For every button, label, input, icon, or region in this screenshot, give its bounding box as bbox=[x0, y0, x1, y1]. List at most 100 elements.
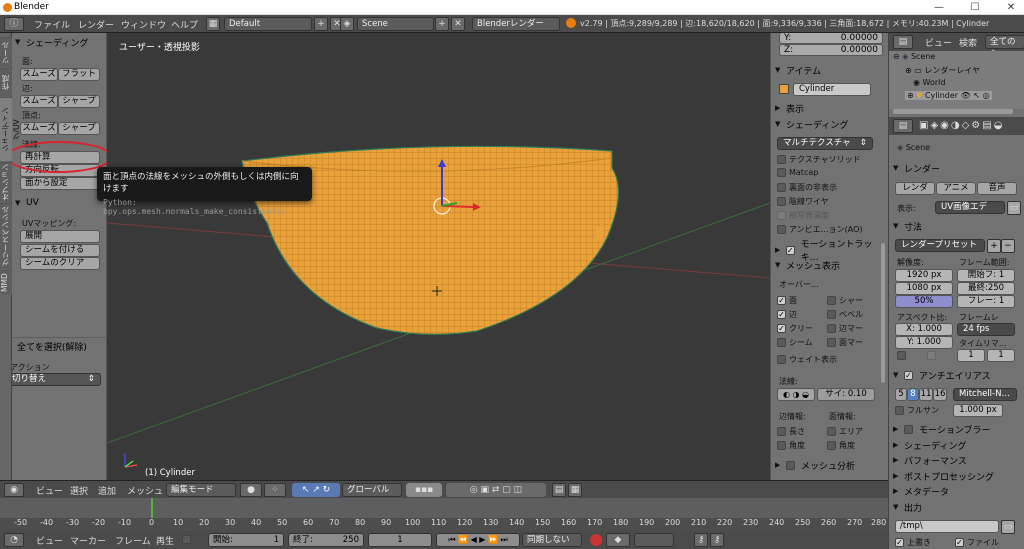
keying-set-icon[interactable]: ◆ bbox=[606, 533, 630, 547]
pivot-select[interactable]: ⁘ bbox=[264, 483, 286, 497]
aa-11[interactable]: 11 bbox=[919, 388, 933, 401]
motion-blur-header[interactable]: ▶ モーションブラー bbox=[893, 422, 991, 436]
filter-size-field[interactable]: 1.000 px bbox=[953, 404, 1003, 417]
object-name-field[interactable]: Cylinder bbox=[793, 83, 871, 96]
layout-icon[interactable]: ▦ bbox=[206, 17, 220, 31]
viewport-view-menu[interactable]: ビュー bbox=[36, 484, 63, 497]
edge-length-option[interactable]: 長さ bbox=[777, 426, 805, 437]
timeline-track[interactable] bbox=[0, 498, 888, 518]
frame-start-field[interactable]: 開始フ: 1 bbox=[957, 269, 1015, 282]
metadata-header[interactable]: ▶ メタデータ bbox=[893, 484, 949, 498]
face-area-option[interactable]: エリア bbox=[827, 426, 863, 437]
aa-5[interactable]: 5 bbox=[895, 388, 907, 401]
motion-tracking-header[interactable]: ▶ ✓ モーショントラッキ… bbox=[775, 240, 888, 263]
end-frame-field[interactable]: 終了: 250 bbox=[288, 533, 364, 547]
scene-icon[interactable]: ◈ bbox=[340, 17, 354, 31]
viewport-scene[interactable] bbox=[107, 33, 770, 480]
audio-button[interactable]: 音声 bbox=[977, 182, 1017, 195]
outliner-view-menu[interactable]: ビュー bbox=[925, 36, 952, 49]
shading-section-header[interactable]: ▶ シェーディング bbox=[893, 438, 966, 452]
aa-filter-select[interactable]: Mitchell-N… bbox=[953, 388, 1017, 401]
outliner-editor-icon[interactable]: ▤ bbox=[893, 35, 913, 49]
record-icon[interactable] bbox=[590, 534, 602, 546]
tab-options[interactable]: オプション bbox=[0, 162, 12, 202]
layout-field[interactable]: Default bbox=[224, 17, 312, 31]
viewport-editor-icon[interactable]: ◉ bbox=[4, 483, 24, 497]
timeline-editor-icon[interactable]: ◔ bbox=[4, 533, 24, 547]
overlay-crease[interactable]: ✓ クリー bbox=[777, 323, 813, 334]
layer-buttons[interactable]: ▪▪▪ bbox=[406, 483, 442, 497]
textured-solid-option[interactable]: テクスチャソリッド bbox=[777, 154, 861, 165]
start-frame-field[interactable]: 開始: 1 bbox=[208, 533, 284, 547]
tab-create[interactable]: 作成 bbox=[0, 68, 12, 96]
tab-grease-pencil[interactable]: グリースペンシル bbox=[0, 203, 12, 269]
menu-help[interactable]: ヘルプ bbox=[171, 18, 198, 31]
tab-shading-uv[interactable]: シェーディング/UV bbox=[0, 97, 21, 161]
minimize-button[interactable]: — bbox=[930, 1, 948, 14]
preset-remove-button[interactable]: − bbox=[1001, 239, 1015, 253]
scene-field[interactable]: Scene bbox=[357, 17, 434, 31]
render-preview-icon[interactable]: ▤ bbox=[552, 483, 566, 497]
overlay-seams[interactable]: シーム bbox=[777, 337, 813, 348]
ambient-occlusion-option[interactable]: アンビエ…ョン(AO) bbox=[777, 224, 863, 235]
aspect-x-field[interactable]: X: 1.000 bbox=[895, 323, 953, 336]
output-folder-icon[interactable]: ▭ bbox=[1001, 520, 1015, 534]
shading-mode-select[interactable]: マルチテクスチャ ⇕ bbox=[777, 137, 873, 150]
performance-header[interactable]: ▶ パフォーマンス bbox=[893, 453, 967, 467]
item-panel-header[interactable]: ▼ アイテム bbox=[775, 63, 821, 77]
weight-display-option[interactable]: ウェイト表示 bbox=[777, 354, 837, 365]
viewport-mesh-menu[interactable]: メッシュ bbox=[127, 484, 163, 497]
scene-remove-button[interactable]: ✕ bbox=[451, 17, 465, 31]
render-panel-header[interactable]: ▼ レンダー bbox=[893, 161, 940, 175]
keying-set-field[interactable] bbox=[634, 533, 674, 547]
orientation-select[interactable]: グローバル bbox=[342, 483, 402, 497]
timeline-view-menu[interactable]: ビュー bbox=[36, 534, 63, 547]
mark-seam-button[interactable]: シームを付ける bbox=[20, 244, 100, 257]
frame-rate-select[interactable]: 24 fps bbox=[957, 323, 1015, 336]
resolution-x-field[interactable]: 1920 px bbox=[895, 269, 953, 282]
timeline-marker-menu[interactable]: マーカー bbox=[70, 534, 106, 547]
time-remap-new[interactable]: 1 bbox=[987, 349, 1015, 362]
face-smooth-button[interactable]: スムーズ bbox=[20, 68, 58, 81]
file-extension-option[interactable]: ✓ ファイル bbox=[955, 537, 999, 548]
select-mode-buttons[interactable]: ◎ ▣ ⇄ ▢ ◫ bbox=[446, 483, 546, 497]
outliner-render-layers[interactable]: ⊕ ▭ レンダーレイヤ bbox=[905, 65, 980, 76]
aspect-y-field[interactable]: Y: 1.000 bbox=[895, 336, 953, 349]
menu-window[interactable]: ウィンドウ bbox=[121, 18, 166, 31]
shading-panel-header-n[interactable]: ▼ シェーディング bbox=[775, 117, 848, 131]
resolution-y-field[interactable]: 1080 px bbox=[895, 282, 953, 295]
render-engine-select[interactable]: Blenderレンダー bbox=[472, 17, 560, 31]
opengl-render-icon[interactable]: ▦ bbox=[568, 483, 582, 497]
output-header[interactable]: ▼ 出力 bbox=[893, 500, 922, 514]
editor-type-icon[interactable]: ⓘ bbox=[4, 17, 24, 31]
depth-of-field-option[interactable]: 被写界深度 bbox=[777, 210, 829, 221]
anti-aliasing-header[interactable]: ▼ ✓ アンチエイリアス bbox=[893, 368, 991, 382]
playback-controls[interactable]: ⏮ ⏪ ◀ ▶ ⏩ ⏭ bbox=[436, 533, 520, 547]
timeline-playback-menu[interactable]: 再生 bbox=[156, 534, 174, 547]
backface-culling-option[interactable]: 裏面の非表示 bbox=[777, 182, 837, 193]
maximize-button[interactable]: ☐ bbox=[966, 1, 984, 14]
overlay-sharp[interactable]: シャー bbox=[827, 295, 863, 306]
scene-add-button[interactable]: + bbox=[435, 17, 449, 31]
outliner-display-mode[interactable]: 全てのシ bbox=[985, 35, 1024, 59]
face-flat-button[interactable]: フラット bbox=[58, 68, 100, 81]
border-checkbox[interactable] bbox=[897, 351, 906, 360]
vertex-smooth-button[interactable]: スムーズ bbox=[20, 122, 58, 135]
frame-end-field[interactable]: 最終:250 bbox=[957, 282, 1015, 295]
menu-file[interactable]: ファイル bbox=[34, 18, 70, 31]
edge-sharp-button[interactable]: シャープ bbox=[58, 95, 100, 108]
sync-mode-select[interactable]: 同期しない bbox=[522, 533, 582, 547]
y-location-field[interactable]: Y: 0.00000 bbox=[779, 33, 883, 44]
display-panel-header[interactable]: ▶ 表示 bbox=[775, 101, 804, 115]
shading-panel-header[interactable]: ▼ シェーディング bbox=[15, 35, 88, 49]
aa-8[interactable]: 8 bbox=[907, 388, 919, 401]
insert-keyframe-icon[interactable]: ⚷ bbox=[694, 533, 708, 547]
tab-tools[interactable]: ツール bbox=[0, 37, 12, 67]
outliner-world[interactable]: ◉ World bbox=[913, 78, 945, 87]
viewport-select-menu[interactable]: 選択 bbox=[70, 484, 88, 497]
face-angle-option[interactable]: 角度 bbox=[827, 440, 855, 451]
outliner-search-menu[interactable]: 検索 bbox=[959, 36, 977, 49]
layout-add-button[interactable]: + bbox=[314, 17, 328, 31]
dimensions-panel-header[interactable]: ▼ 寸法 bbox=[893, 219, 922, 233]
edge-angle-option[interactable]: 角度 bbox=[777, 440, 805, 451]
